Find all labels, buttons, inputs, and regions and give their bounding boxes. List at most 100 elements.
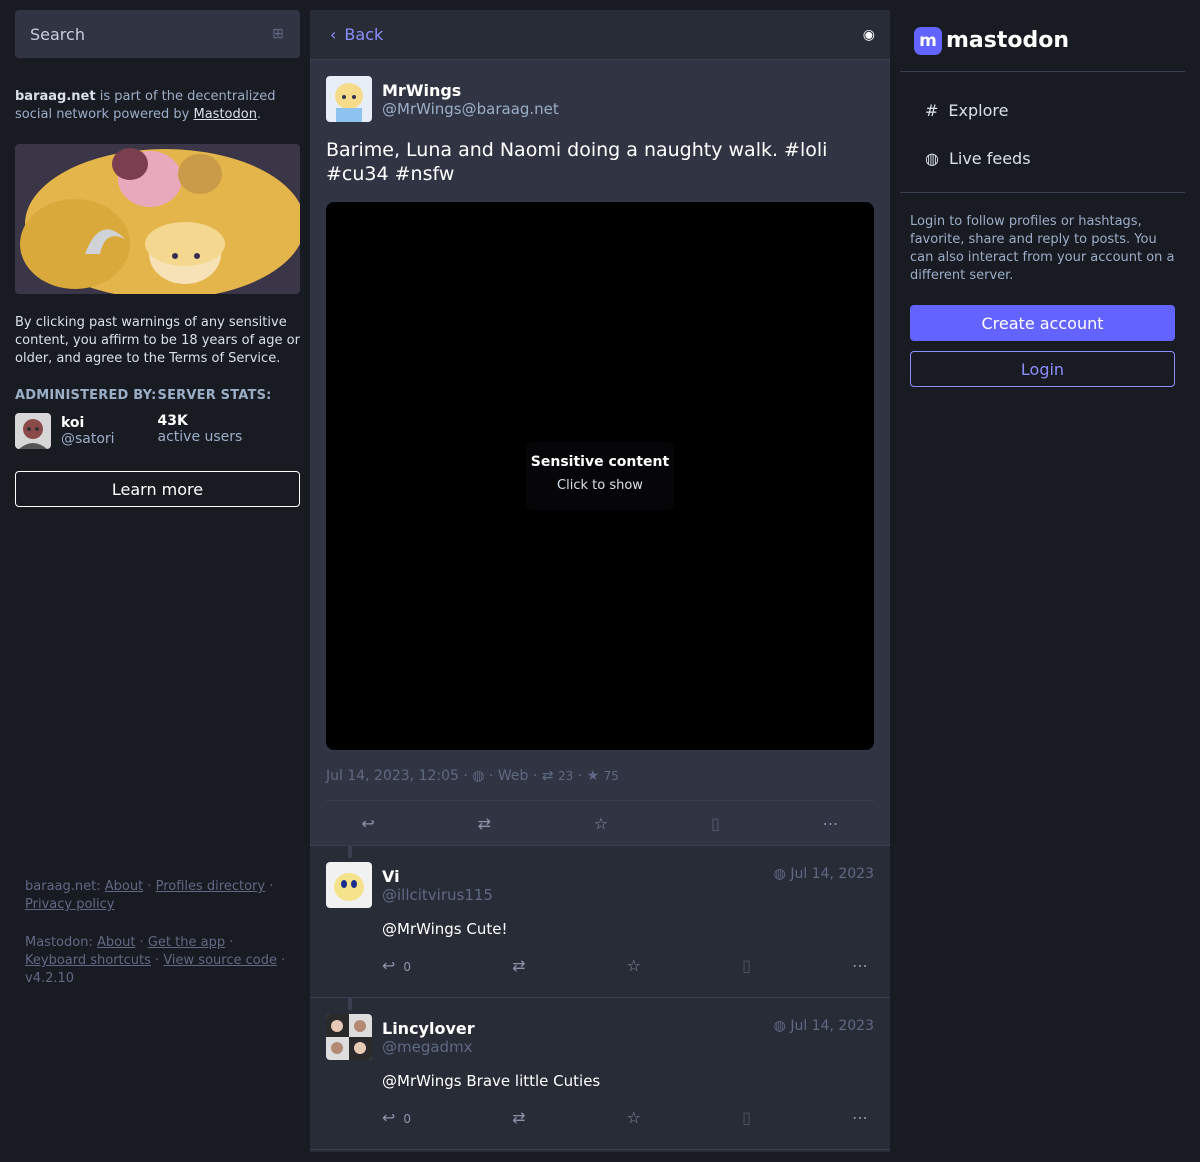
active-users-count: 43K: [157, 413, 188, 429]
avatar: [326, 1014, 372, 1060]
avatar: [326, 862, 372, 908]
nav-live-feeds-label: Live feeds: [948, 148, 1031, 168]
right-sidebar: m mastodon # Explore ◍ Live feeds Login …: [900, 10, 1185, 387]
create-account-button[interactable]: Create account: [910, 305, 1175, 341]
favourite-count[interactable]: 75: [604, 769, 619, 783]
admin-account[interactable]: koi @satori: [15, 413, 158, 449]
reply-date-text: Jul 14, 2023: [790, 866, 874, 882]
reply-author-name: Lincylover: [382, 1018, 475, 1038]
navigation: # Explore ◍ Live feeds: [900, 72, 1185, 193]
admin-name: koi: [61, 415, 85, 431]
reply-date-text: Jul 14, 2023: [790, 1018, 874, 1034]
bookmark-icon[interactable]: ▯: [711, 814, 720, 833]
reply-status[interactable]: Lincylover @megadmx ◍ Jul 14, 2023 @MrWi…: [310, 998, 890, 1150]
globe-icon: ◍: [472, 768, 485, 784]
thread-line: [348, 846, 352, 858]
reply-icon[interactable]: ↩: [361, 814, 374, 833]
sensitive-subtitle: Click to show: [557, 478, 643, 493]
reply-count: 0: [403, 960, 412, 974]
star-icon: ★: [586, 768, 600, 784]
post-author-handle: @MrWings@baraag.net: [382, 99, 559, 118]
star-icon[interactable]: ☆: [594, 814, 608, 833]
mastodon-icon: m: [914, 26, 942, 55]
reply-content: @MrWings Brave little Cuties: [382, 1072, 601, 1090]
avatar: [15, 413, 51, 449]
reply-date[interactable]: ◍ Jul 14, 2023: [774, 1018, 874, 1034]
sensitive-warning: By clicking past warnings of any sensiti…: [15, 315, 300, 366]
post-author[interactable]: MrWings @MrWings@baraag.net: [326, 76, 874, 122]
footer-server-links: baraag.net: About · Profiles directory ·…: [25, 879, 274, 912]
boost-icon[interactable]: ⇄: [478, 814, 491, 833]
reply-author-handle: @illcitvirus115: [382, 885, 493, 904]
chevron-left-icon: ‹: [330, 25, 337, 44]
mastodon-link[interactable]: Mastodon: [193, 107, 256, 122]
thread-line: [348, 998, 352, 1010]
server-about: baraag.net is part of the decentralized …: [15, 88, 300, 124]
post-action-bar: ↩ ⇄ ☆ ▯ ⋯: [310, 801, 890, 846]
main-column: ‹ Back ◉ MrWings @MrWings@baraag.net Bar…: [310, 10, 890, 1152]
bookmark-icon[interactable]: ▯: [742, 1108, 751, 1127]
nav-explore[interactable]: # Explore: [900, 86, 1185, 134]
admin-handle: @satori: [61, 431, 115, 447]
boost-count[interactable]: 23: [558, 769, 573, 783]
footer-source-link[interactable]: View source code: [163, 953, 277, 968]
boost-icon[interactable]: ⇄: [512, 1108, 525, 1127]
globe-icon: ◍: [773, 1018, 786, 1034]
reply-date[interactable]: ◍ Jul 14, 2023: [774, 866, 874, 882]
footer-mastodon-links: Mastodon: About · Get the app · Keyboard…: [25, 935, 286, 986]
reply-action-bar: ↩ 0 ⇄ ☆ ▯ ⋯: [382, 1108, 874, 1127]
boost-icon[interactable]: ⇄: [512, 956, 525, 975]
more-icon[interactable]: ⋯: [852, 1108, 868, 1127]
footer-keyboard-link[interactable]: Keyboard shortcuts: [25, 953, 151, 968]
learn-more-button[interactable]: Learn more: [15, 471, 300, 507]
more-icon[interactable]: ⋯: [852, 956, 868, 975]
active-users-label: active users: [157, 429, 243, 445]
footer-about-link[interactable]: About: [105, 879, 143, 894]
reply-status[interactable]: Vi @illcitvirus115 ◍ Jul 14, 2023 @MrWin…: [310, 846, 890, 998]
more-icon[interactable]: ⋯: [823, 814, 839, 833]
back-button[interactable]: ‹ Back: [330, 25, 383, 44]
reply-action-bar: ↩ 0 ⇄ ☆ ▯ ⋯: [382, 956, 874, 975]
server-name: baraag.net: [15, 89, 96, 104]
star-icon[interactable]: ☆: [627, 1108, 641, 1127]
footer-version: v4.2.10: [25, 971, 75, 986]
nav-live-feeds[interactable]: ◍ Live feeds: [900, 134, 1185, 182]
column-header: ‹ Back ◉: [310, 10, 890, 60]
sign-in-banner-text: Login to follow profiles or hashtags, fa…: [910, 214, 1175, 283]
reply-content: @MrWings Cute!: [382, 920, 508, 938]
footer-mastodon-about-link[interactable]: About: [97, 935, 135, 950]
post-meta: Jul 14, 2023, 12:05 · ◍ · Web · ⇄ 23 · ★…: [326, 768, 874, 801]
footer-privacy-link[interactable]: Privacy policy: [25, 897, 114, 912]
globe-icon: ◍: [773, 866, 786, 882]
active-users-stat: 43K active users: [158, 413, 301, 445]
globe-icon: ◍: [925, 148, 939, 168]
mastodon-logo[interactable]: m mastodon: [900, 10, 1185, 72]
eye-icon[interactable]: ◉: [863, 27, 875, 43]
reply-count: 0: [403, 1112, 412, 1126]
stats-column: SERVER STATS: 43K active users: [158, 388, 301, 449]
media-gallery[interactable]: Sensitive content Click to show: [326, 202, 874, 750]
hashtag-icon: #: [925, 100, 939, 120]
reply-icon[interactable]: ↩ 0: [382, 1108, 411, 1127]
server-stats-row: ADMINISTERED BY: koi @satori SERVER STAT…: [15, 388, 300, 449]
footer-get-app-link[interactable]: Get the app: [148, 935, 225, 950]
bookmark-icon[interactable]: ▯: [742, 956, 751, 975]
reply-icon[interactable]: ↩ 0: [382, 956, 411, 975]
reply-author-name: Vi: [382, 866, 400, 886]
brand-name: mastodon: [946, 28, 1070, 53]
admin-column: ADMINISTERED BY: koi @satori: [15, 388, 158, 449]
sensitive-content-overlay[interactable]: Sensitive content Click to show: [526, 442, 674, 510]
post-author-name: MrWings: [382, 80, 462, 100]
left-sidebar: Search ⊞ baraag.net is part of the decen…: [15, 10, 300, 507]
login-button[interactable]: Login: [910, 351, 1175, 387]
footer-profiles-link[interactable]: Profiles directory: [156, 879, 265, 894]
star-icon[interactable]: ☆: [627, 956, 641, 975]
post-date[interactable]: Jul 14, 2023, 12:05: [326, 768, 459, 784]
footer: baraag.net: About · Profiles directory ·…: [25, 878, 295, 988]
search-placeholder: Search: [30, 24, 85, 44]
footer-server-label: baraag.net:: [25, 879, 101, 894]
search-input[interactable]: Search ⊞: [15, 10, 300, 58]
server-hero-image: [15, 144, 300, 294]
server-stats-heading: SERVER STATS:: [157, 388, 272, 403]
sensitive-title: Sensitive content: [530, 454, 670, 470]
